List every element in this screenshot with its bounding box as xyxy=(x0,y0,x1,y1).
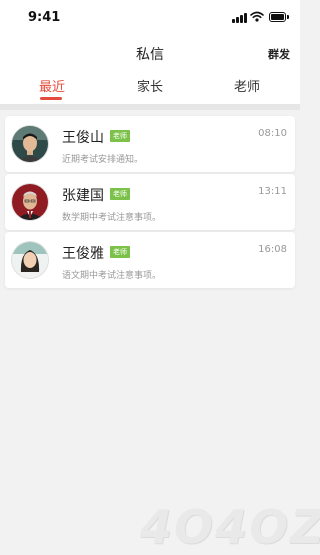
message-preview: 近期考试安排通知。 xyxy=(62,155,144,165)
avatar xyxy=(12,184,48,220)
group-send-button[interactable]: 群发 xyxy=(268,46,290,62)
role-badge: 老师 xyxy=(110,188,130,200)
status-time: 9:41 xyxy=(28,10,61,25)
status-bar: 9:41 xyxy=(0,0,300,36)
watermark: 4O4OZ xyxy=(140,500,320,554)
contact-name: 张建国 xyxy=(62,188,104,204)
divider xyxy=(0,104,300,110)
tab-bar: 最近 家长 老师 xyxy=(0,70,300,104)
message-preview: 语文期中考试注意事项。 xyxy=(62,271,162,281)
active-tab-indicator xyxy=(40,97,62,100)
nav-bar: 私信 群发 xyxy=(0,36,300,70)
contact-name: 王俊雅 xyxy=(62,246,104,262)
message-time: 16:08 xyxy=(258,244,287,255)
battery-icon xyxy=(269,12,289,22)
message-time: 08:10 xyxy=(258,128,287,139)
list-item[interactable]: 王俊雅 老师 16:08 语文期中考试注意事项。 xyxy=(5,232,295,288)
cellular-signal-icon xyxy=(232,12,247,23)
avatar xyxy=(12,126,48,162)
tab-recent[interactable]: 最近 xyxy=(2,76,102,95)
tab-parents[interactable]: 家长 xyxy=(100,76,200,95)
avatar xyxy=(12,242,48,278)
tab-teachers[interactable]: 老师 xyxy=(197,76,297,95)
contact-name: 王俊山 xyxy=(62,130,104,146)
role-badge: 老师 xyxy=(110,130,130,142)
list-item[interactable]: 张建国 老师 13:11 数学期中考试注意事项。 xyxy=(5,174,295,230)
page-title: 私信 xyxy=(136,47,164,63)
role-badge: 老师 xyxy=(110,246,130,258)
list-item[interactable]: 王俊山 老师 08:10 近期考试安排通知。 xyxy=(5,116,295,172)
message-time: 13:11 xyxy=(258,186,287,197)
message-preview: 数学期中考试注意事项。 xyxy=(62,213,162,223)
wifi-icon xyxy=(250,11,264,22)
